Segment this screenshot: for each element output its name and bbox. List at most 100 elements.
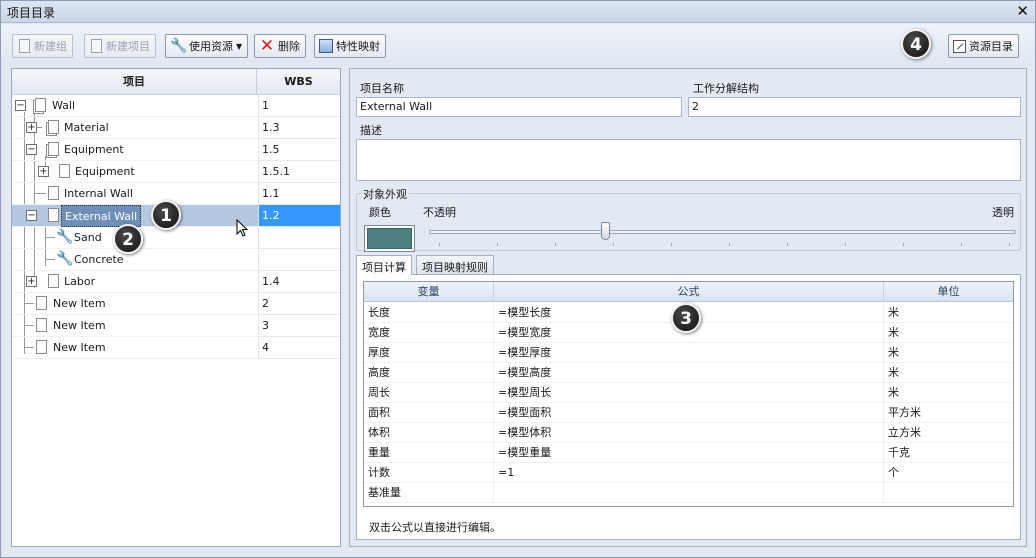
expand-icon[interactable]: +: [26, 276, 37, 287]
grid-row[interactable]: 高度 =模型高度米: [364, 363, 1013, 383]
formula-cell[interactable]: =模型高度: [494, 363, 884, 383]
grid-row[interactable]: 面积 =模型面积 平方米: [364, 403, 1013, 423]
tree-row[interactable]: + Labor 1.4: [12, 271, 340, 293]
tab-item-calculation[interactable]: 项目计算: [356, 255, 412, 275]
group-doc-icon: [48, 120, 59, 134]
formula-cell[interactable]: =模型面积: [494, 403, 884, 423]
tree-node-label: Wall: [52, 99, 76, 112]
formula-cell[interactable]: =模型重量: [494, 443, 884, 463]
color-label: 颜色: [369, 206, 391, 219]
wbs-cell[interactable]: 4: [258, 337, 340, 359]
doc-icon: [59, 164, 70, 178]
resource-catalog-button[interactable]: 资源目录: [948, 34, 1019, 58]
delete-button[interactable]: ✕ 删除: [254, 34, 306, 58]
grid-row[interactable]: 计数 =1 个: [364, 463, 1013, 483]
wbs-cell[interactable]: 1.4: [258, 271, 340, 293]
variable-cell[interactable]: 计数: [364, 463, 494, 483]
tree-row[interactable]: − Wall 1: [12, 95, 340, 117]
unit-cell[interactable]: 米: [884, 383, 1013, 403]
variable-cell[interactable]: 厚度: [364, 343, 494, 363]
attribute-mapping-button[interactable]: 特性映射: [314, 34, 386, 58]
tree-row[interactable]: New Item 3: [12, 315, 340, 337]
wrench-icon: 🔧: [56, 229, 74, 245]
doc-icon: [48, 274, 59, 288]
item-name-input[interactable]: External Wall: [356, 97, 682, 117]
unit-cell[interactable]: 平方米: [884, 403, 1013, 423]
grid-row[interactable]: 重量 =模型重量 千克: [364, 443, 1013, 463]
variable-cell[interactable]: 面积: [364, 403, 494, 423]
variable-cell[interactable]: 周长: [364, 383, 494, 403]
description-label: 描述: [360, 124, 382, 137]
tree-row[interactable]: − Equipment 1.5: [12, 139, 340, 161]
tree-row[interactable]: New Item 4: [12, 337, 340, 359]
wbs-cell[interactable]: 1.5: [258, 139, 340, 161]
variable-cell[interactable]: 长度: [364, 303, 494, 323]
grid-col-unit[interactable]: 单位: [884, 282, 1013, 302]
appearance-group: 颜色 不透明 透明: [356, 193, 1021, 252]
wbs-cell[interactable]: 1: [258, 95, 340, 117]
unit-cell[interactable]: 立方米: [884, 423, 1013, 443]
grid-row[interactable]: 体积 =模型体积 立方米: [364, 423, 1013, 443]
use-resource-button[interactable]: 🔧 使用资源 ▼: [165, 34, 249, 58]
formula-cell[interactable]: =模型厚度: [494, 343, 884, 363]
tree-node-label: New Item: [53, 319, 106, 332]
tree-node-label: New Item: [53, 297, 106, 310]
tree-col-item[interactable]: 项目: [12, 69, 257, 95]
wbs-cell[interactable]: 1.1: [258, 183, 340, 205]
unit-cell[interactable]: 米: [884, 343, 1013, 363]
formula-cell[interactable]: =1: [494, 463, 884, 483]
transparency-slider-thumb[interactable]: [601, 222, 611, 240]
grid-col-variable[interactable]: 变量: [364, 282, 494, 302]
resource-catalog-icon: [953, 39, 966, 53]
grid-row[interactable]: 周长 =模型周长米: [364, 383, 1013, 403]
unit-cell[interactable]: [884, 483, 1013, 503]
tree-row[interactable]: + Equipment 1.5.1: [12, 161, 340, 183]
tree-row[interactable]: + Material 1.3: [12, 117, 340, 139]
mouse-cursor-icon: [236, 219, 249, 237]
unit-cell[interactable]: 米: [884, 363, 1013, 383]
wbs-cell[interactable]: [258, 227, 340, 249]
wbs-input[interactable]: 2: [688, 97, 1021, 117]
wbs-cell[interactable]: 3: [258, 315, 340, 337]
tree-row[interactable]: 🔧 Concrete: [12, 249, 340, 271]
wbs-cell[interactable]: 2: [258, 293, 340, 315]
unit-cell[interactable]: 米: [884, 323, 1013, 343]
tree-col-wbs[interactable]: WBS: [257, 69, 340, 95]
formula-cell[interactable]: =模型体积: [494, 423, 884, 443]
collapse-icon[interactable]: −: [15, 100, 26, 111]
unit-cell[interactable]: 千克: [884, 443, 1013, 463]
expand-icon[interactable]: +: [26, 122, 37, 133]
wbs-cell[interactable]: 1.2: [258, 205, 340, 227]
wbs-cell[interactable]: 1.3: [258, 117, 340, 139]
unit-cell[interactable]: 个: [884, 463, 1013, 483]
grid-col-formula[interactable]: 公式: [494, 282, 884, 302]
tab-item-mapping-rules[interactable]: 项目映射规则: [416, 255, 494, 274]
description-textarea[interactable]: [356, 139, 1021, 181]
wbs-cell[interactable]: 1.5.1: [258, 161, 340, 183]
collapse-icon[interactable]: −: [26, 144, 37, 155]
formula-cell[interactable]: =模型周长: [494, 383, 884, 403]
tree-row[interactable]: 🔧 Sand: [12, 227, 340, 249]
tree-node-label: Equipment: [64, 143, 124, 156]
tree-row[interactable]: New Item 2: [12, 293, 340, 315]
wrench-icon: 🔧: [170, 38, 188, 54]
expand-icon[interactable]: +: [38, 166, 49, 177]
color-swatch[interactable]: [364, 225, 415, 252]
variable-cell[interactable]: 体积: [364, 423, 494, 443]
variable-cell[interactable]: 基准量: [364, 483, 494, 503]
variable-cell[interactable]: 宽度: [364, 323, 494, 343]
variable-cell[interactable]: 重量: [364, 443, 494, 463]
unit-cell[interactable]: 米: [884, 303, 1013, 323]
formula-cell[interactable]: [494, 483, 884, 503]
variable-cell[interactable]: 高度: [364, 363, 494, 383]
wbs-cell[interactable]: [258, 249, 340, 271]
new-item-button[interactable]: 新建项目: [84, 34, 156, 58]
window-title: 项目目录: [7, 6, 56, 20]
collapse-icon[interactable]: −: [26, 210, 37, 221]
transparency-slider[interactable]: [429, 230, 1016, 234]
close-icon[interactable]: ✕: [1016, 2, 1029, 20]
grid-row[interactable]: 基准量: [364, 483, 1013, 503]
new-group-button[interactable]: 新建组: [12, 34, 73, 58]
grid-row[interactable]: 厚度 =模型厚度米: [364, 343, 1013, 363]
tree-row[interactable]: Internal Wall 1.1: [12, 183, 340, 205]
